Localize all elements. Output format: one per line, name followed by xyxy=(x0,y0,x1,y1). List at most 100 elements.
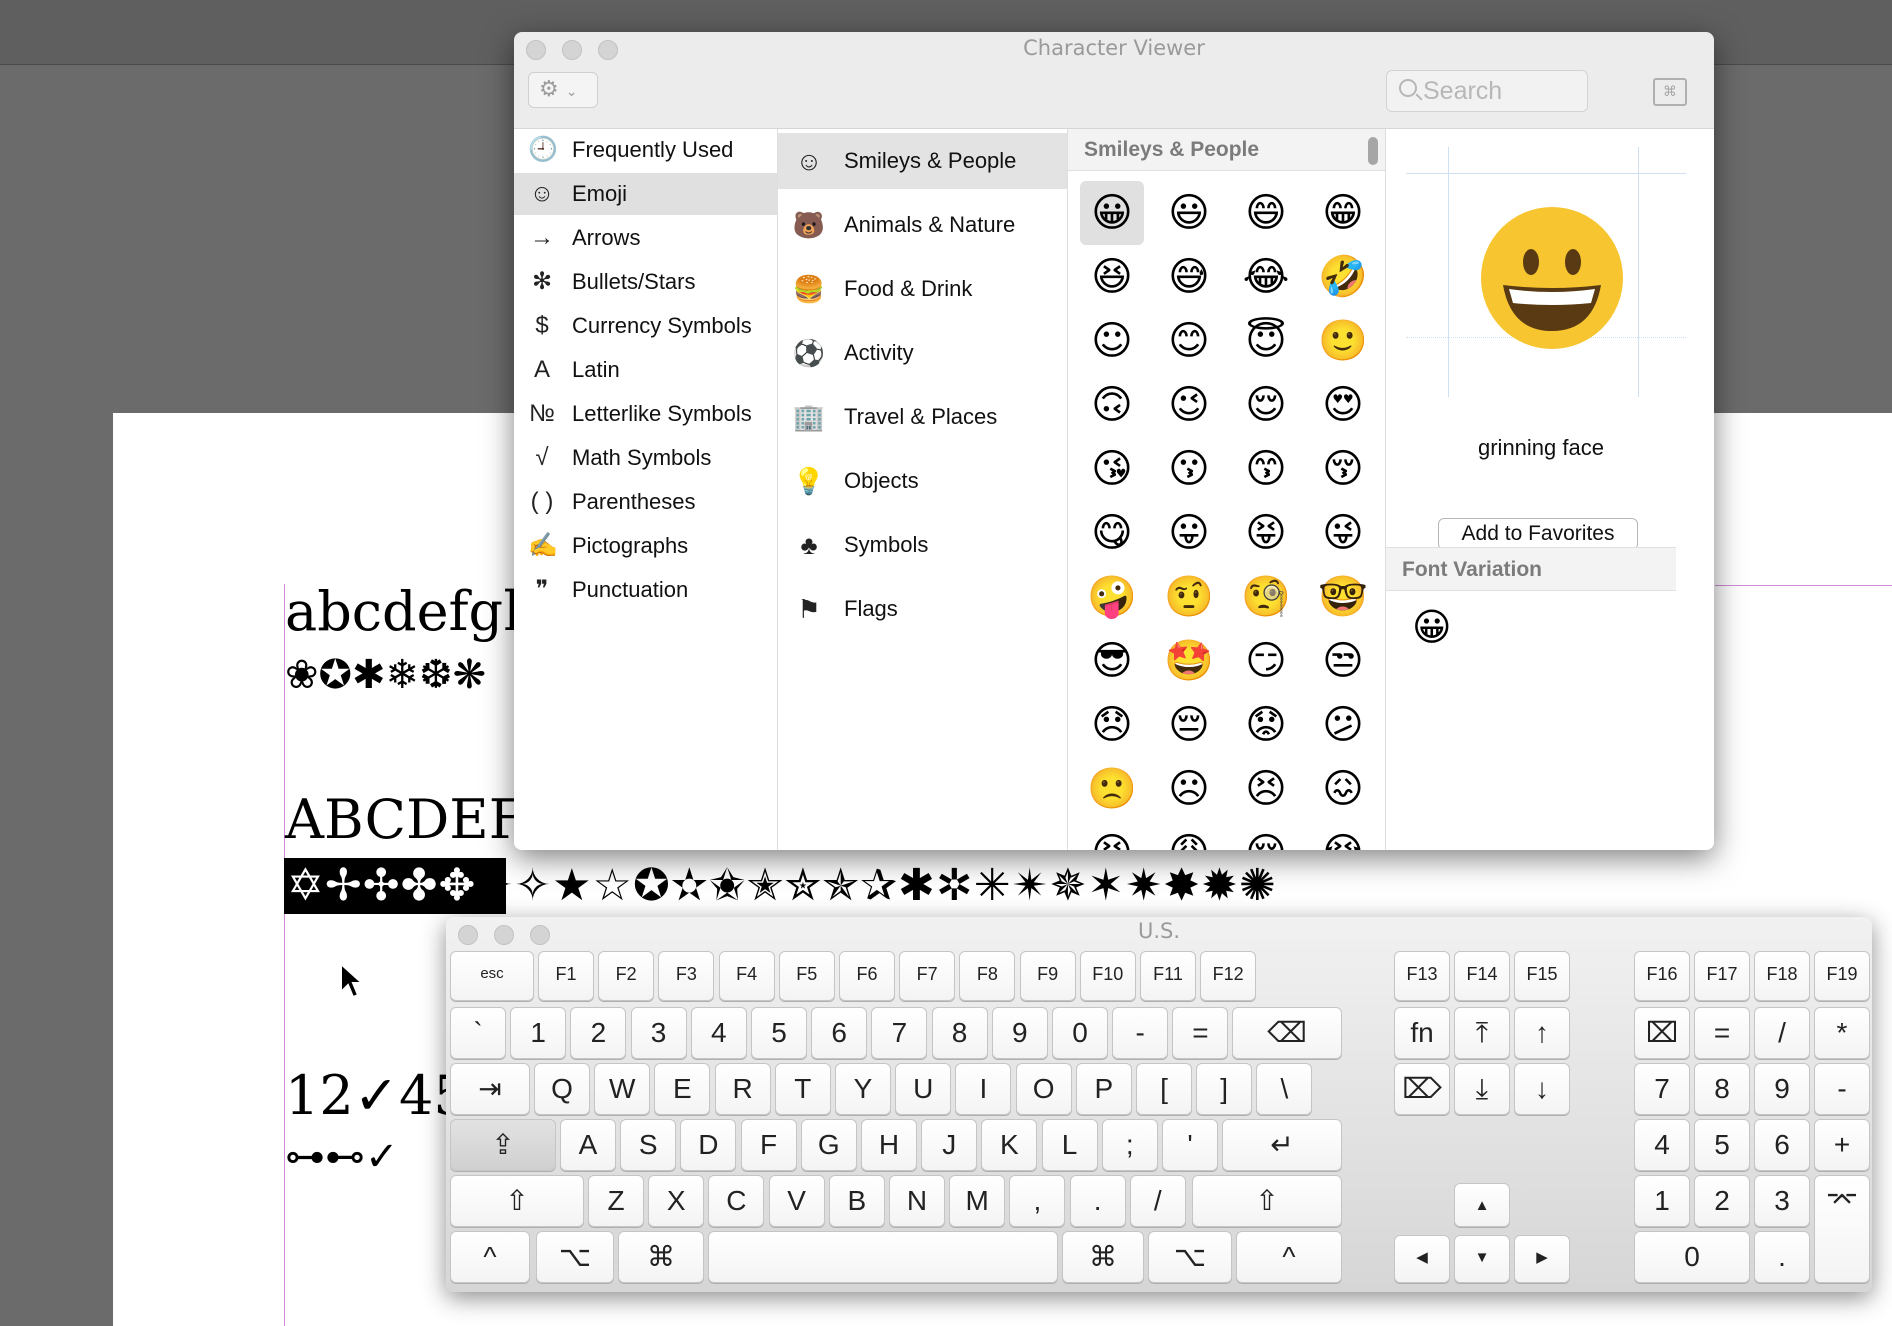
category-item[interactable]: A Latin xyxy=(514,349,777,391)
emoji-cell[interactable]: ☹ xyxy=(1157,757,1221,821)
keyboard-key[interactable]: B xyxy=(828,1175,885,1227)
keyboard-key[interactable]: 5 xyxy=(751,1007,807,1059)
keyboard-key[interactable]: V xyxy=(768,1175,825,1227)
category-item[interactable]: √ Math Symbols xyxy=(514,437,777,479)
emoji-cell[interactable]: 😊 xyxy=(1157,309,1221,373)
delete-key[interactable]: ⌫ xyxy=(1232,1007,1342,1059)
keyboard-key[interactable]: 1 xyxy=(510,1007,567,1059)
emoji-cell[interactable]: 😋 xyxy=(1080,501,1144,565)
arrow-down-key[interactable]: ▼ xyxy=(1454,1235,1510,1283)
numpad-key[interactable]: = xyxy=(1694,1007,1750,1059)
arrow-right-key[interactable]: ▶ xyxy=(1514,1235,1570,1283)
numpad-key[interactable]: 0 xyxy=(1634,1231,1750,1283)
keyboard-key[interactable]: T xyxy=(774,1063,831,1115)
subcategory-item[interactable]: ⚽ Activity xyxy=(778,325,1067,381)
modifier-key[interactable]: ^ xyxy=(1236,1231,1342,1283)
function-key[interactable]: F2 xyxy=(598,951,655,1001)
function-key[interactable]: F8 xyxy=(959,951,1016,1001)
modifier-key[interactable]: ⌘ xyxy=(1062,1231,1144,1283)
emoji-cell[interactable]: 😆 xyxy=(1080,245,1144,309)
keyboard-key[interactable]: D xyxy=(680,1119,737,1171)
keyboard-key[interactable]: H xyxy=(861,1119,917,1171)
subcategory-item[interactable]: 🍔 Food & Drink xyxy=(778,261,1067,317)
emoji-cell[interactable]: 😞 xyxy=(1080,693,1144,757)
keyboard-key[interactable]: F xyxy=(740,1119,797,1171)
numpad-key[interactable]: 8 xyxy=(1694,1063,1750,1115)
keyboard-key[interactable]: P xyxy=(1075,1063,1132,1115)
nav-key[interactable]: ⤓ xyxy=(1454,1063,1510,1115)
function-key[interactable]: F19 xyxy=(1814,951,1870,1001)
emoji-cell[interactable]: 😌 xyxy=(1234,373,1298,437)
keyboard-key[interactable]: Z xyxy=(588,1175,644,1227)
shift-key[interactable]: ⇧ xyxy=(1192,1175,1342,1227)
emoji-cell[interactable]: 😕 xyxy=(1311,693,1375,757)
function-key[interactable]: F14 xyxy=(1454,951,1510,1001)
keyboard-key[interactable]: 7 xyxy=(871,1007,928,1059)
emoji-cell[interactable]: 😣 xyxy=(1234,757,1298,821)
tab-key[interactable]: ⇥ xyxy=(450,1063,530,1115)
function-key[interactable]: F18 xyxy=(1754,951,1810,1001)
keyboard-key[interactable]: 8 xyxy=(931,1007,988,1059)
function-key[interactable]: F15 xyxy=(1514,951,1570,1001)
keyboard-key[interactable]: R xyxy=(714,1063,771,1115)
keyboard-key[interactable]: E xyxy=(654,1063,711,1115)
modifier-key[interactable]: ⌥ xyxy=(1148,1231,1232,1283)
numpad-key[interactable]: . xyxy=(1754,1231,1810,1283)
emoji-cell[interactable]: 😢 xyxy=(1234,821,1298,850)
emoji-cell[interactable]: 😛 xyxy=(1157,501,1221,565)
emoji-cell[interactable]: 😍 xyxy=(1311,373,1375,437)
function-key[interactable]: F5 xyxy=(778,951,835,1001)
emoji-cell[interactable]: 😗 xyxy=(1157,437,1221,501)
subcategory-item[interactable]: ☺ Smileys & People xyxy=(778,133,1067,189)
action-menu-button[interactable]: ⚙ ⌄ xyxy=(528,72,598,108)
category-item[interactable]: ( ) Parentheses xyxy=(514,481,777,523)
emoji-cell[interactable]: 🤪 xyxy=(1080,565,1144,629)
emoji-cell[interactable]: 😖 xyxy=(1311,757,1375,821)
numpad-key[interactable]: 3 xyxy=(1754,1175,1810,1227)
numpad-key[interactable]: / xyxy=(1754,1007,1810,1059)
category-item[interactable]: 🕘 Frequently Used xyxy=(514,129,777,171)
keyboard-key[interactable]: W xyxy=(594,1063,651,1115)
keyboard-key[interactable]: - xyxy=(1112,1007,1169,1059)
numpad-key[interactable]: 6 xyxy=(1754,1119,1810,1171)
subcategory-item[interactable]: ♣ Symbols xyxy=(778,517,1067,573)
function-key[interactable]: F11 xyxy=(1140,951,1196,1001)
keyboard-key[interactable]: / xyxy=(1129,1175,1186,1227)
keyboard-key[interactable]: I xyxy=(955,1063,1012,1115)
arrow-up-key[interactable]: ▲ xyxy=(1454,1183,1510,1227)
emoji-cell[interactable]: 🤣 xyxy=(1311,245,1375,309)
keyboard-key[interactable]: . xyxy=(1069,1175,1126,1227)
keyboard-key[interactable]: K xyxy=(981,1119,1038,1171)
keyboard-key[interactable]: ' xyxy=(1162,1119,1218,1171)
numpad-key[interactable]: 9 xyxy=(1754,1063,1810,1115)
caps-lock-key[interactable]: ⇪ xyxy=(450,1119,556,1171)
arrow-left-key[interactable]: ◀ xyxy=(1394,1235,1450,1283)
modifier-key[interactable]: ^ xyxy=(450,1231,530,1283)
subcategory-item[interactable]: ⚑ Flags xyxy=(778,581,1067,637)
function-key[interactable]: F10 xyxy=(1079,951,1136,1001)
numpad-key[interactable]: + xyxy=(1814,1119,1870,1171)
doc-star-row[interactable]: ✡✢✣✤✥✦✧★☆✪✫✬✭✮✯✰✱✲✳✴✵✶✷✸✹✺ xyxy=(287,858,1277,914)
keyboard-key[interactable]: J xyxy=(921,1119,978,1171)
emoji-cell[interactable]: 😝 xyxy=(1234,501,1298,565)
emoji-cell[interactable]: 🤨 xyxy=(1157,565,1221,629)
emoji-cell[interactable]: 😚 xyxy=(1311,437,1375,501)
category-item[interactable]: ✻ Bullets/Stars xyxy=(514,261,777,303)
category-item[interactable]: → Arrows xyxy=(514,217,777,259)
return-key[interactable]: ↵ xyxy=(1222,1119,1342,1171)
keyboard-key[interactable]: G xyxy=(800,1119,857,1171)
subcategory-item[interactable]: 💡 Objects xyxy=(778,453,1067,509)
emoji-cell[interactable]: 🙃 xyxy=(1080,373,1144,437)
emoji-cell[interactable]: 😉 xyxy=(1157,373,1221,437)
emoji-cell[interactable]: 🤓 xyxy=(1311,565,1375,629)
doc-text-line[interactable]: ⊶⊷✓ xyxy=(285,1134,399,1180)
keyboard-key[interactable]: 6 xyxy=(811,1007,868,1059)
emoji-cell[interactable]: ☺ xyxy=(1080,309,1144,373)
emoji-cell[interactable]: 😃 xyxy=(1157,181,1221,245)
numpad-key[interactable]: 5 xyxy=(1694,1119,1750,1171)
scrollbar-thumb[interactable] xyxy=(1368,137,1378,165)
category-item[interactable]: $ Currency Symbols xyxy=(514,305,777,347)
keyboard-key[interactable]: 3 xyxy=(630,1007,687,1059)
numpad-key[interactable]: 2 xyxy=(1694,1175,1750,1227)
function-key[interactable]: F6 xyxy=(839,951,895,1001)
